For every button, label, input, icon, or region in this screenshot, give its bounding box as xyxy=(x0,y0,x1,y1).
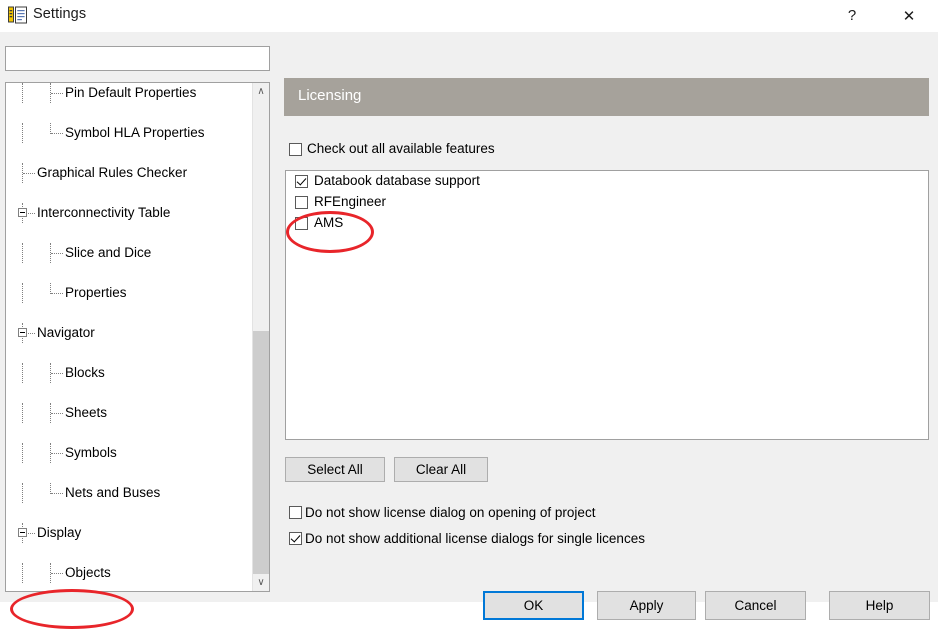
scrollbar-thumb[interactable] xyxy=(253,331,269,591)
sidebar-item-label: Properties xyxy=(65,285,127,300)
settings-document-icon xyxy=(8,6,28,25)
sidebar-item-display[interactable]: Display xyxy=(6,523,252,543)
feature-label: RFEngineer xyxy=(314,194,387,209)
tree-vertical-scrollbar[interactable]: ∧ ∨ xyxy=(252,83,269,591)
tree-collapse-icon[interactable] xyxy=(18,208,27,217)
cancel-button[interactable]: Cancel xyxy=(705,591,806,620)
tree-guide-line xyxy=(51,413,63,415)
tree-guide-line xyxy=(22,123,24,143)
close-icon[interactable]: ✕ xyxy=(886,0,932,31)
sidebar-item-navigator[interactable]: Navigator xyxy=(6,323,252,343)
tree-guide-line xyxy=(22,243,24,263)
feature-label: AMS xyxy=(314,215,344,230)
tree-guide-line xyxy=(51,493,63,495)
sidebar-item-symbol-hla-properties[interactable]: Symbol HLA Properties xyxy=(6,123,252,143)
tree-guide-line xyxy=(51,133,63,135)
feature-list-item[interactable]: AMS xyxy=(286,213,928,234)
feature-list-item[interactable]: RFEngineer xyxy=(286,192,928,213)
sidebar-item-slice-and-dice[interactable]: Slice and Dice xyxy=(6,243,252,263)
feature-checkbox[interactable] xyxy=(295,175,308,188)
sidebar-item-symbols[interactable]: Symbols xyxy=(6,443,252,463)
dialog-client-area: Pin Default Properties Symbol HLA Propert… xyxy=(0,32,938,629)
sidebar-item-label: Pin Default Properties xyxy=(65,85,197,100)
settings-tree-panel: Pin Default Properties Symbol HLA Propert… xyxy=(5,82,270,592)
sidebar-item-label: Display xyxy=(37,525,82,540)
page-title: Licensing xyxy=(298,87,362,104)
sidebar-item-graphical-rules-checker[interactable]: Graphical Rules Checker xyxy=(6,163,252,183)
tree-guide-line xyxy=(22,283,24,303)
help-button[interactable]: Help xyxy=(829,591,930,620)
scroll-down-icon[interactable]: ∨ xyxy=(253,574,269,591)
clear-all-button[interactable]: Clear All xyxy=(394,457,488,482)
select-all-button[interactable]: Select All xyxy=(285,457,385,482)
sidebar-item-label: Objects xyxy=(65,565,111,580)
window-title: Settings xyxy=(33,6,87,22)
sidebar-item-label: Navigator xyxy=(37,325,95,340)
tree-guide-line xyxy=(22,403,24,423)
titlebar-help-button[interactable]: ? xyxy=(829,0,875,31)
tree-guide-line xyxy=(51,293,63,295)
tree-guide-line xyxy=(51,93,63,95)
tree-collapse-icon[interactable] xyxy=(18,528,27,537)
sidebar-item-objects[interactable]: Objects xyxy=(6,563,252,583)
tree-guide-line xyxy=(51,253,63,255)
sidebar-item-pin-default-properties[interactable]: Pin Default Properties xyxy=(6,83,252,103)
feature-checkbox[interactable] xyxy=(295,196,308,209)
ok-button[interactable]: OK xyxy=(483,591,584,620)
no-license-dialog-checkbox[interactable] xyxy=(289,506,302,519)
pane-header: Licensing xyxy=(284,78,929,116)
no-additional-dialogs-checkbox[interactable] xyxy=(289,532,302,545)
settings-filter-input[interactable] xyxy=(5,46,270,71)
tree-guide-line xyxy=(51,373,63,375)
tree-guide-line xyxy=(51,453,63,455)
sidebar-item-label: Symbol HLA Properties xyxy=(65,125,205,140)
feature-list-box[interactable]: Databook database support RFEngineer AMS xyxy=(285,170,929,440)
no-license-dialog-label[interactable]: Do not show license dialog on opening of… xyxy=(305,505,595,520)
feature-label: Databook database support xyxy=(314,173,480,188)
scroll-up-icon[interactable]: ∧ xyxy=(253,83,269,100)
tree-guide-line xyxy=(22,83,24,103)
sidebar-item-properties[interactable]: Properties xyxy=(6,283,252,303)
sidebar-item-label: Nets and Buses xyxy=(65,485,161,500)
feature-checkbox[interactable] xyxy=(295,217,308,230)
sidebar-item-blocks[interactable]: Blocks xyxy=(6,363,252,383)
apply-button[interactable]: Apply xyxy=(597,591,696,620)
annotation-ellipse-licensing xyxy=(10,589,134,629)
sidebar-item-nets-and-buses[interactable]: Nets and Buses xyxy=(6,483,252,503)
tree-guide-line xyxy=(23,173,35,175)
settings-tree[interactable]: Pin Default Properties Symbol HLA Propert… xyxy=(6,83,252,591)
feature-list-item[interactable]: Databook database support xyxy=(286,171,928,192)
check-out-all-features-checkbox[interactable] xyxy=(289,143,302,156)
sidebar-item-interconnectivity-table[interactable]: Interconnectivity Table xyxy=(6,203,252,223)
tree-guide-line xyxy=(22,363,24,383)
sidebar-item-label: Graphical Rules Checker xyxy=(37,165,188,180)
tree-guide-line xyxy=(22,443,24,463)
sidebar-item-label: Symbols xyxy=(65,445,117,460)
sidebar-item-sheets[interactable]: Sheets xyxy=(6,403,252,423)
title-bar: Settings ? ✕ xyxy=(0,0,938,32)
tree-guide-line xyxy=(51,573,63,575)
sidebar-item-label: Blocks xyxy=(65,365,105,380)
check-out-all-features-label[interactable]: Check out all available features xyxy=(307,141,495,156)
tree-guide-line xyxy=(22,483,24,503)
sidebar-item-label: Slice and Dice xyxy=(65,245,152,260)
sidebar-item-label: Interconnectivity Table xyxy=(37,205,171,220)
no-additional-dialogs-label[interactable]: Do not show additional license dialogs f… xyxy=(305,531,645,546)
tree-guide-line xyxy=(22,563,24,583)
sidebar-item-label: Sheets xyxy=(65,405,108,420)
tree-collapse-icon[interactable] xyxy=(18,328,27,337)
